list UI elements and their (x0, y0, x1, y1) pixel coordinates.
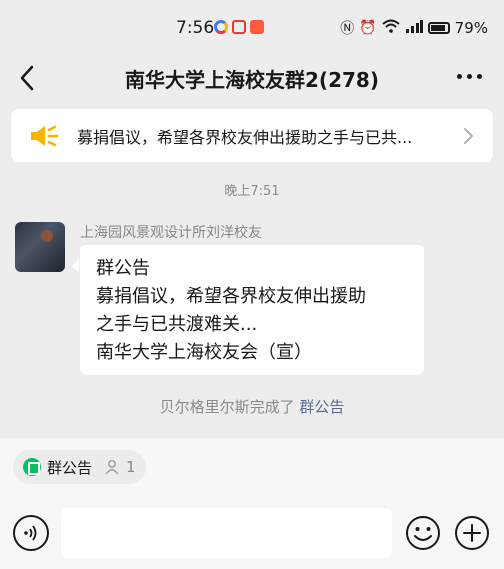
chevron-right-icon (464, 127, 474, 144)
signal-icon (405, 19, 423, 37)
voice-input-button[interactable] (13, 515, 49, 551)
app-notification-icon (232, 20, 246, 34)
emoji-icon[interactable] (405, 515, 441, 551)
battery-icon (427, 22, 450, 34)
status-bar: 7:56 Ⓝ ⏰ 79% (0, 0, 504, 58)
announcement-read-count: 1 (126, 458, 136, 476)
more-options-icon[interactable] (457, 74, 482, 79)
system-message-text: 贝尔格里尔斯完成了 (159, 398, 295, 416)
app-notification-icon (214, 20, 228, 34)
message-line: 之手与已共渡难关... (96, 314, 258, 335)
chat-title: 南华大学上海校友群2(278) (125, 68, 379, 92)
person-icon (105, 460, 119, 475)
system-message-link[interactable]: 群公告 (299, 398, 344, 416)
voice-icon (24, 525, 37, 541)
speaker-icon (29, 124, 59, 148)
chat-header: 南华大学上海校友群2(278) (0, 58, 504, 98)
announcement-text: 募捐倡议，希望各界校友伸出援助之手与已共... (77, 127, 413, 147)
status-time: 7:56 (176, 18, 215, 38)
announcement-icon (23, 458, 41, 476)
plus-icon[interactable] (454, 515, 490, 551)
message-line: 南华大学上海校友会（宣） (96, 342, 312, 363)
alarm-icon: ⏰ (359, 20, 377, 36)
message-line: 募捐倡议，希望各界校友伸出援助 (96, 286, 366, 307)
sender-name: 上海园风景观设计所刘洋校友 (80, 225, 262, 241)
nfc-icon: Ⓝ (340, 21, 355, 37)
status-right: Ⓝ ⏰ 79% (340, 18, 488, 38)
system-message: 贝尔格里尔斯完成了 群公告 (0, 396, 504, 417)
announcement-banner[interactable]: 募捐倡议，希望各界校友伸出援助之手与已共... (11, 109, 493, 162)
wifi-icon (381, 19, 400, 37)
message-bubble[interactable]: 群公告 募捐倡议，希望各界校友伸出援助 之手与已共渡难关... 南华大学上海校友… (72, 245, 424, 375)
status-notification-icons (214, 20, 264, 34)
bottom-panel: 群公告 1 (0, 438, 504, 569)
message-time-divider: 晚上7:51 (224, 184, 280, 199)
battery-level: 79% (454, 19, 488, 37)
sender-avatar[interactable] (15, 222, 65, 272)
message-line: 群公告 (96, 258, 150, 279)
app-notification-icon (250, 20, 264, 34)
message-input[interactable] (61, 508, 392, 558)
announcement-chip[interactable]: 群公告 1 (13, 450, 146, 484)
announcement-chip-label: 群公告 (47, 458, 93, 477)
